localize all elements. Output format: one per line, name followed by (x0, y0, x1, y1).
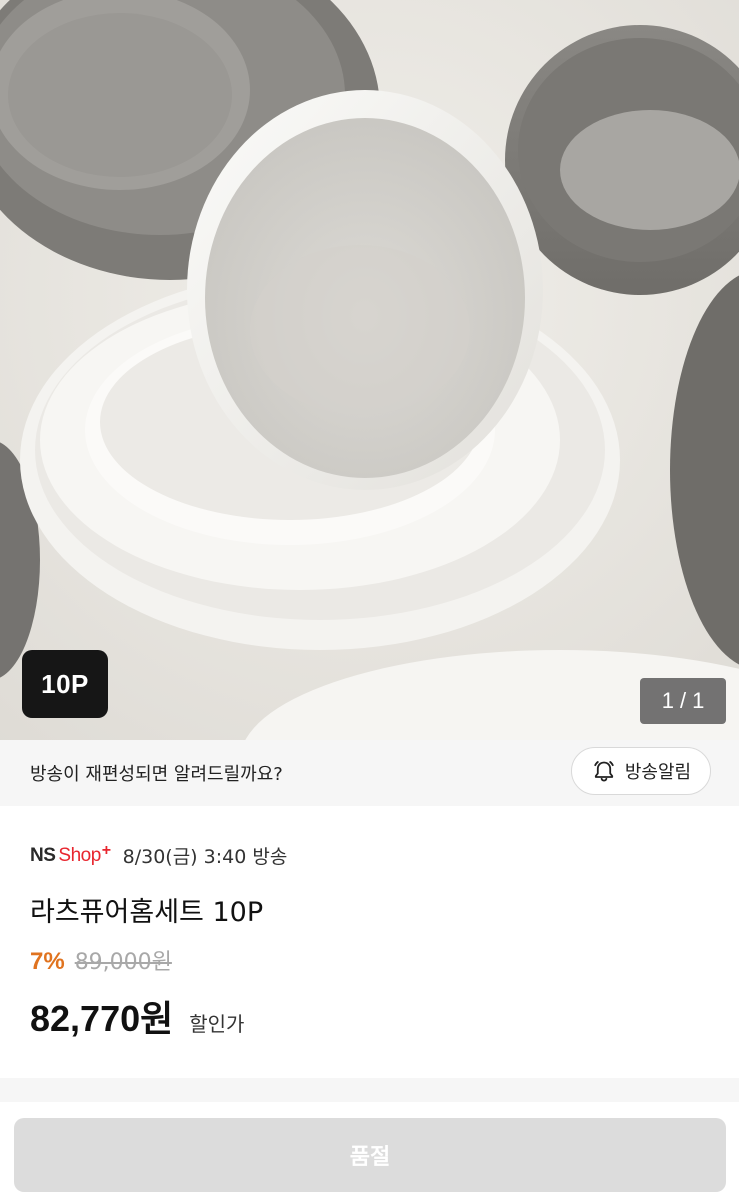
logo-shop: Shop (58, 844, 101, 866)
product-image[interactable]: 10P 1 / 1 (0, 0, 739, 740)
broadcast-alert-button[interactable]: 방송알림 (571, 747, 711, 795)
image-counter-total: 1 (692, 688, 705, 713)
broadcast-time: 8/30(금) 3:40 방송 (122, 846, 288, 868)
discount-rate: 7% (30, 948, 65, 975)
logo-plus: + (101, 841, 111, 859)
price-row: 82,770원 할인가 (30, 990, 244, 1042)
product-count-badge: 10P (22, 650, 108, 718)
product-title: 라츠퓨어홈세트 10P (30, 897, 264, 928)
rebroadcast-message: 방송이 재편성되면 알려드릴까요? (30, 764, 283, 785)
discount-row: 7% 89,000원 (30, 944, 172, 976)
shop-row: NS Shop + 8/30(금) 3:40 방송 (30, 842, 287, 869)
bell-icon (594, 761, 614, 782)
product-info: NS Shop + 8/30(금) 3:40 방송 라츠퓨어홈세트 10P 7%… (0, 806, 739, 1078)
image-counter-separator: / (679, 688, 687, 713)
image-counter-current: 1 (661, 688, 674, 713)
section-divider (0, 1078, 739, 1102)
product-photo-illustration (0, 0, 739, 740)
sale-price: 82,770원 (30, 998, 174, 1039)
original-price: 89,000원 (74, 950, 172, 975)
soldout-button[interactable]: 품절 (14, 1118, 726, 1192)
broadcast-alert-label: 방송알림 (624, 762, 692, 783)
ns-shop-logo[interactable]: NS Shop + (30, 841, 111, 867)
logo-ns: NS (30, 844, 56, 866)
sale-price-label: 할인가 (189, 1012, 245, 1036)
image-counter: 1 / 1 (640, 678, 726, 724)
